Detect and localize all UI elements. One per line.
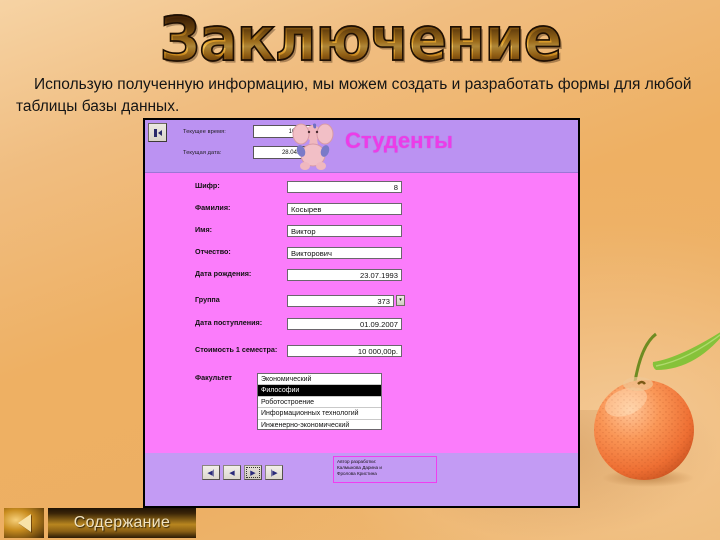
form-header-section: Текущее время: 10:16:10 Текущая дата: 28… — [145, 120, 578, 173]
contents-button[interactable]: Содержание — [48, 508, 196, 538]
field-row-familiya: Фамилия: Косырев — [195, 203, 402, 215]
nav-last-record-icon[interactable]: |▶ — [265, 465, 283, 480]
field-input-semester-cost[interactable]: 10 000,00р. — [287, 345, 402, 357]
field-input-birthdate[interactable]: 23.07.1993 — [287, 269, 402, 281]
nav-next-record-icon[interactable]: ▶ — [244, 465, 262, 480]
field-label-semester-cost: Стоимость 1 семестра: — [195, 345, 278, 354]
elephant-icon — [292, 123, 334, 170]
authors-line-3: Фролова Кристина — [337, 470, 377, 476]
list-item[interactable]: Инженерно-экономический — [258, 420, 381, 429]
faculty-listbox[interactable]: Экономический Философии Роботостроение И… — [257, 373, 382, 430]
field-label-familiya: Фамилия: — [195, 203, 231, 212]
field-row-otchestvo: Отчество: Викторович — [195, 247, 402, 259]
current-time-label: Текущее время: — [183, 128, 226, 135]
slide-title-container: Заключение — [0, 7, 720, 71]
contents-button-label: Содержание — [73, 514, 171, 531]
field-row-imya: Имя: Виктор — [195, 225, 402, 237]
field-label-admission-date: Дата поступления: — [195, 318, 263, 327]
form-view-button[interactable] — [148, 123, 167, 142]
current-date-label: Текущая дата: — [183, 149, 222, 156]
record-navigation-bar: ◀| ◀ ▶ |▶ — [202, 465, 283, 480]
back-arrow-icon — [17, 514, 31, 532]
nav-first-record-icon[interactable]: ◀| — [202, 465, 220, 480]
nav-previous-record-icon[interactable]: ◀ — [223, 465, 241, 480]
form-footer-section: ◀| ◀ ▶ |▶ Автор разработки: Калмыкова Да… — [145, 453, 578, 506]
field-input-shifr[interactable]: 8 — [287, 181, 402, 193]
back-button[interactable] — [4, 508, 44, 538]
field-label-otchestvo: Отчество: — [195, 247, 231, 256]
field-row-shifr: Шифр: 8 — [195, 181, 402, 193]
field-label-birthdate: Дата рождения: — [195, 269, 252, 278]
form-title: Студенты — [345, 128, 453, 153]
body-line-1: Использую полученную информацию, мы може… — [34, 76, 610, 93]
form-detail-section: Шифр: 8 Фамилия: Косырев Имя: Виктор Отч… — [145, 173, 578, 453]
list-item[interactable]: Экономический — [258, 374, 381, 386]
slide-body-text: Использую полученную информацию, мы може… — [16, 74, 708, 118]
field-input-gruppa[interactable]: 373 — [287, 295, 394, 307]
field-label-shifr: Шифр: — [195, 181, 220, 190]
chevron-down-icon[interactable]: ▾ — [396, 295, 405, 306]
field-input-imya[interactable]: Виктор — [287, 225, 402, 237]
page-title: Заключение — [158, 4, 562, 75]
field-input-admission-date[interactable]: 01.09.2007 — [287, 318, 402, 330]
list-item[interactable]: Роботостроение — [258, 397, 381, 409]
list-item[interactable]: Философии — [258, 385, 381, 397]
field-row-birthdate: Дата рождения: 23.07.1993 — [195, 269, 402, 281]
field-row-semester-cost: Стоимость 1 семестра: 10 000,00р. — [195, 345, 402, 357]
field-row-gruppa: Группа 373 ▾ — [195, 295, 405, 307]
field-label-gruppa: Группа — [195, 295, 220, 304]
field-input-familiya[interactable]: Косырев — [287, 203, 402, 215]
access-form-screenshot: Текущее время: 10:16:10 Текущая дата: 28… — [143, 118, 580, 508]
authors-credit-box: Автор разработки: Калмыкова Дарина и Фро… — [333, 456, 437, 483]
mandarin-orange-image — [594, 377, 694, 487]
field-input-otchestvo[interactable]: Викторович — [287, 247, 402, 259]
list-item[interactable]: Информационных технологий — [258, 408, 381, 420]
field-row-admission-date: Дата поступления: 01.09.2007 — [195, 318, 402, 330]
access-form-view-icon — [153, 128, 162, 137]
field-label-imya: Имя: — [195, 225, 213, 234]
